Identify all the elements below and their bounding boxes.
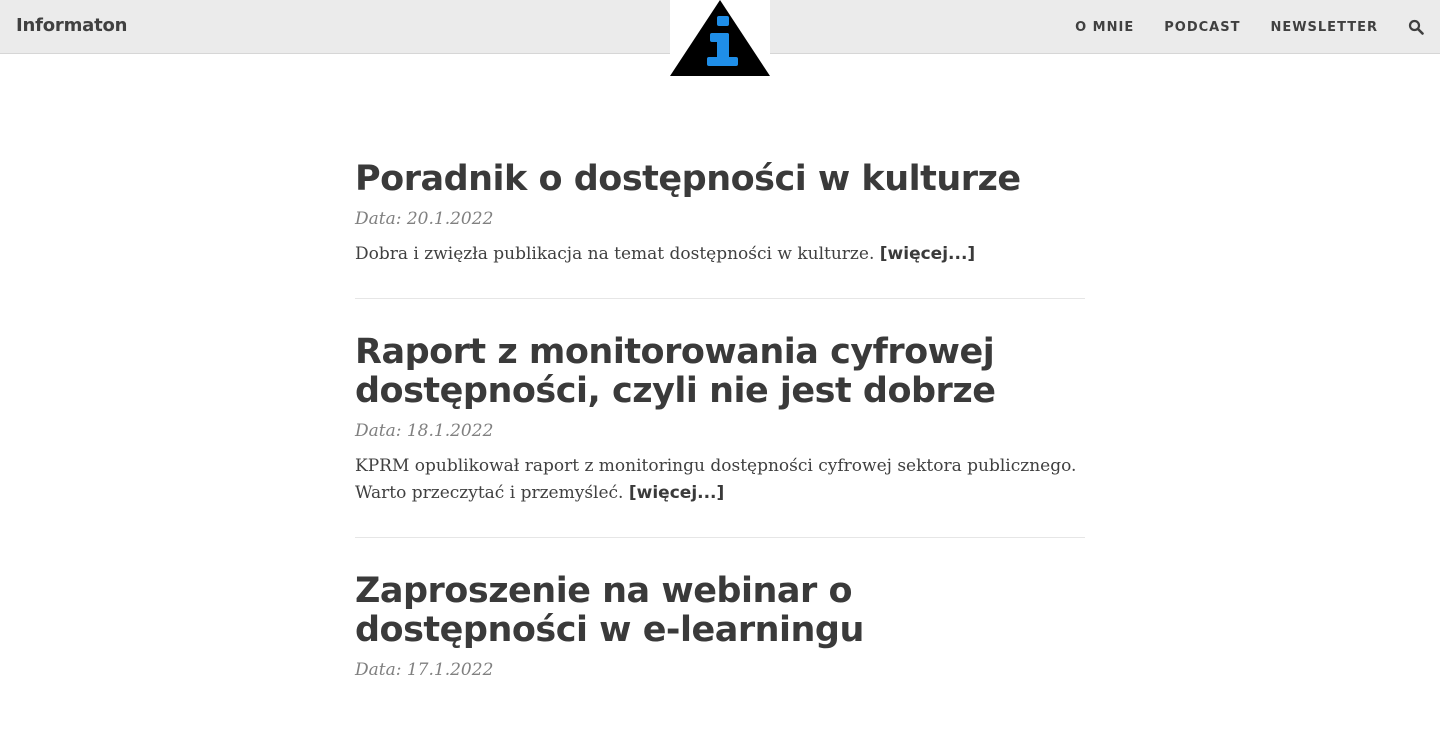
post-item: Poradnik o dostępności w kulturze Data: …	[355, 160, 1085, 299]
search-icon[interactable]	[1408, 19, 1424, 35]
post-title-link[interactable]: Poradnik o dostępności w kulturze	[355, 160, 1085, 199]
main-nav: O MNIE PODCAST NEWSLETTER	[1045, 0, 1424, 54]
post-excerpt: Dobra i zwięzła publikacja na temat dost…	[355, 241, 1085, 268]
top-navbar: Informaton O MNIE PODCAST NEWSLETTER	[0, 0, 1440, 78]
post-excerpt: KPRM opublikował raport z monitoringu do…	[355, 453, 1085, 507]
post-title-link[interactable]: Raport z monitorowania cyfrowej dostępno…	[355, 333, 1085, 411]
post-date: Data: 20.1.2022	[355, 209, 494, 229]
info-triangle-icon	[670, 0, 770, 76]
post-date: Data: 18.1.2022	[355, 421, 494, 441]
post-item: Raport z monitorowania cyfrowej dostępno…	[355, 333, 1085, 538]
post-excerpt-text: Dobra i zwięzła publikacja na temat dost…	[355, 244, 875, 264]
post-title-link[interactable]: Zaproszenie na webinar o dostępności w e…	[355, 572, 1085, 650]
post-item: Zaproszenie na webinar o dostępności w e…	[355, 572, 1085, 710]
read-more-link[interactable]: [więcej...]	[880, 244, 975, 264]
site-brand-link[interactable]: Informaton	[16, 15, 127, 36]
site-logo[interactable]	[670, 0, 770, 78]
nav-podcast[interactable]: PODCAST	[1164, 20, 1240, 35]
post-list: Poradnik o dostępności w kulturze Data: …	[355, 160, 1085, 744]
read-more-link[interactable]: [więcej...]	[629, 483, 724, 503]
post-date: Data: 17.1.2022	[355, 660, 494, 680]
nav-newsletter[interactable]: NEWSLETTER	[1270, 20, 1378, 35]
nav-about[interactable]: O MNIE	[1075, 20, 1134, 35]
